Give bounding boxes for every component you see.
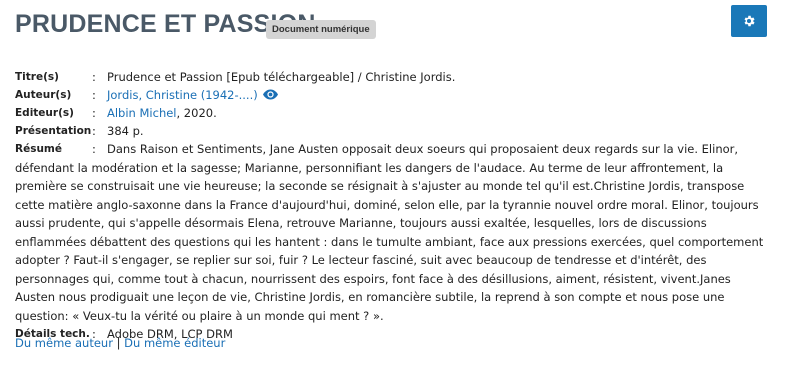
colon: : xyxy=(92,70,96,84)
author-row: Auteur(s) : Jordis, Christine (1942-....… xyxy=(15,86,770,104)
author-link[interactable]: Jordis, Christine (1942-....) xyxy=(107,88,258,102)
publisher-label: Editeur(s) xyxy=(15,107,74,119)
presentation-value: 384 p. xyxy=(107,124,144,138)
presentation-row: Présentation : 384 p. xyxy=(15,122,770,140)
related-links: Du même auteur | Du même éditeur xyxy=(15,336,225,350)
same-author-link[interactable]: Du même auteur xyxy=(15,336,113,350)
summary-label: Résumé xyxy=(15,143,62,155)
title-label: Titre(s) xyxy=(15,71,59,83)
colon: : xyxy=(92,88,96,102)
settings-button[interactable] xyxy=(731,5,767,37)
presentation-label: Présentation xyxy=(15,125,92,137)
record-details: Titre(s) : Prudence et Passion [Epub tél… xyxy=(15,68,770,343)
gear-icon xyxy=(744,15,755,27)
title-value: Prudence et Passion [Epub téléchargeable… xyxy=(107,70,456,84)
document-type-badge: Document numérique xyxy=(266,20,376,39)
publisher-row: Editeur(s) : Albin Michel, 2020. xyxy=(15,104,770,122)
link-separator: | xyxy=(116,336,121,350)
colon: : xyxy=(92,124,96,138)
summary-text: Dans Raison et Sentiments, Jane Austen o… xyxy=(15,142,764,323)
eye-icon[interactable] xyxy=(263,89,279,100)
publisher-link[interactable]: Albin Michel xyxy=(107,106,177,120)
publisher-value: Albin Michel, 2020. xyxy=(107,104,770,122)
colon: : xyxy=(92,106,96,120)
title-row: Titre(s) : Prudence et Passion [Epub tél… xyxy=(15,68,770,86)
summary-row: Résumé : Dans Raison et Sentiments, Jane… xyxy=(15,140,770,325)
author-value: Jordis, Christine (1942-....) xyxy=(107,86,770,104)
same-publisher-link[interactable]: Du même éditeur xyxy=(124,336,225,350)
colon: : xyxy=(92,142,96,156)
publisher-year: , 2020. xyxy=(176,106,217,120)
author-label: Auteur(s) xyxy=(15,89,72,101)
